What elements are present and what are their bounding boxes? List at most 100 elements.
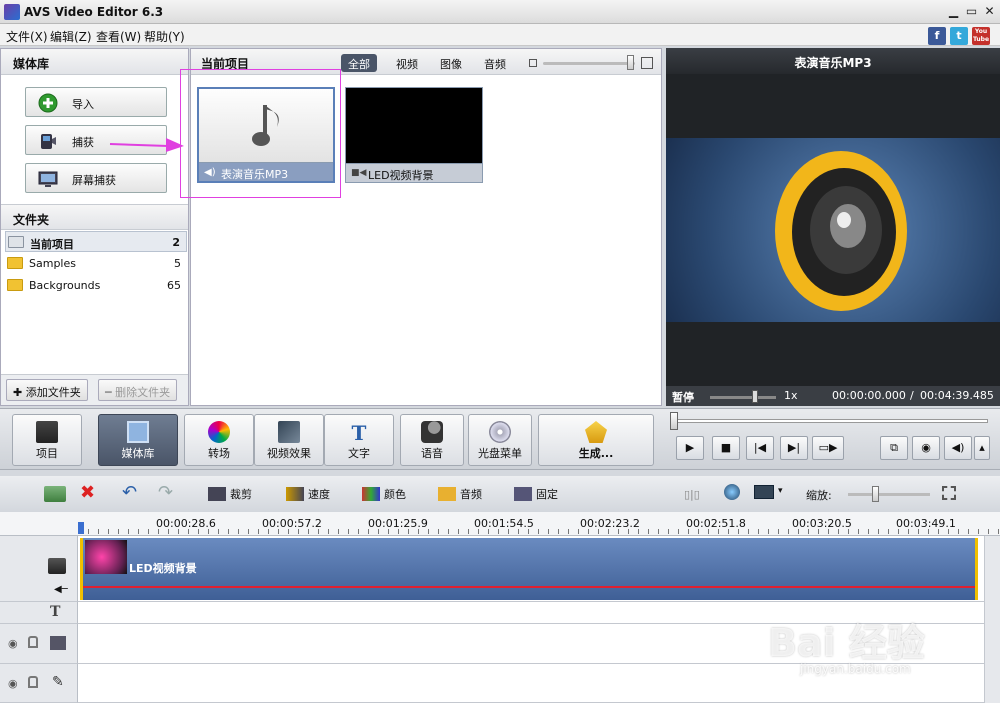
mute-icon[interactable]: ◀─ [54,584,68,595]
fit-zoom-icon[interactable] [942,486,956,500]
lock-icon[interactable] [28,636,38,648]
menu-help[interactable]: 帮助(Y) [144,28,185,45]
monitor-dropdown-icon[interactable]: ▾ [778,486,783,496]
preview-video[interactable] [666,138,1000,322]
filter-audio[interactable]: 音频 [477,54,513,72]
snapshot-icon[interactable]: ◉ [912,436,940,460]
media-item-audio[interactable]: 表演音乐MP3 ◀) [197,87,335,183]
twitter-icon[interactable]: t [950,27,968,45]
previous-frame-button[interactable]: |◀ [746,436,774,460]
filter-all[interactable]: 全部 [341,54,377,72]
speed-button[interactable]: 速度 [286,486,330,502]
detach-preview-button[interactable]: ⧉ [880,436,908,460]
video-effects-label: 视频效果 [267,447,311,460]
minimize-button[interactable]: ▁ [946,4,961,19]
audio-button[interactable]: 音频 [438,486,482,502]
next-frame-button[interactable]: ▶| [780,436,808,460]
transition-icon [208,421,230,443]
video-effects-button[interactable]: 视频效果 [254,414,324,466]
seek-handle[interactable] [670,412,678,430]
close-button[interactable]: ✕ [982,4,997,19]
import-icon [38,93,58,113]
filter-video[interactable]: 视频 [389,54,425,72]
stabilize-button[interactable]: 固定 [514,486,558,502]
screen-capture-button[interactable]: 屏幕捕获 [25,163,167,193]
project-label: 项目 [36,447,58,460]
fullscreen-preview-button[interactable]: ▭▶ [812,436,844,460]
time-separator: / [910,389,914,402]
arrow-annotation [109,138,184,152]
undo-icon[interactable]: ↶ [122,482,137,503]
stop-button[interactable]: ■ [712,436,740,460]
zoom-label: 缩放: [806,489,832,502]
thumb-size-handle[interactable] [627,55,634,70]
menu-view[interactable]: 查看(W) [96,28,141,45]
play-button[interactable]: ▶ [676,436,704,460]
import-label: 导入 [72,98,94,111]
remove-folder-button[interactable]: ━ 删除文件夹 [98,379,178,401]
volume-icon[interactable]: ◀) [944,436,972,460]
produce-button[interactable]: 生成... [538,414,654,466]
volume-slider[interactable] [710,396,776,399]
split-icon[interactable]: ▯|▯ [684,488,700,501]
webcam-icon[interactable] [724,484,740,500]
trim-button[interactable]: 裁剪 [208,486,252,502]
color-button[interactable]: 颜色 [362,486,406,502]
youtube-icon[interactable]: You Tube [972,27,990,45]
voice-button[interactable]: 语音 [400,414,464,466]
media-item-video[interactable]: LED视频背景 ■◀ [345,87,483,183]
zoom-handle[interactable] [872,486,879,502]
media-library-button[interactable]: 媒体库 [98,414,178,466]
folders-header: 文件夹 [1,204,188,230]
playhead-marker[interactable] [78,522,84,534]
timeline-ruler[interactable]: 00:00:28.6 00:00:57.2 00:01:25.9 00:01:5… [0,512,1000,536]
small-thumb-icon[interactable] [529,59,537,67]
color-label: 颜色 [384,488,406,501]
video-camera-icon: ■◀ [351,168,367,178]
add-folder-button[interactable]: ✚ 添加文件夹 [6,379,88,401]
folder-current-project[interactable]: 当前项目 2 [5,231,187,252]
visibility-icon[interactable]: ◉ [8,677,18,690]
volume-handle[interactable] [752,390,758,403]
effects-icon [278,421,300,443]
text-track-icon: T [50,604,61,620]
disc-menu-button[interactable]: 光盘菜单 [468,414,532,466]
zoom-slider[interactable] [848,493,930,496]
folder-samples[interactable]: Samples 5 [5,253,187,274]
monitor-icon[interactable] [754,485,774,499]
transitions-label: 转场 [208,447,230,460]
screen-capture-icon [38,171,58,187]
maximize-button[interactable]: ▭ [964,4,979,19]
ruler-label: 00:02:23.2 [580,517,640,530]
facebook-icon[interactable]: f [928,27,946,45]
text-button[interactable]: T 文字 [324,414,394,466]
filter-image[interactable]: 图像 [433,54,469,72]
audio-icon [438,487,456,501]
seek-bar[interactable] [670,419,988,423]
add-to-timeline-icon[interactable] [44,486,66,502]
volume-dropdown-icon[interactable]: ▴ [974,436,990,460]
video-track[interactable]: LED视频背景 [78,536,1000,602]
thumb-size-slider[interactable] [543,62,635,65]
visibility-icon[interactable]: ◉ [8,637,18,650]
folder-backgrounds[interactable]: Backgrounds 65 [5,275,187,296]
delete-icon[interactable]: ✖ [80,482,95,503]
project-button[interactable]: 项目 [12,414,82,466]
lock-icon[interactable] [28,676,38,688]
timeline-scrollbar[interactable] [984,536,1000,703]
plus-icon: ✚ [13,386,26,399]
large-thumb-icon[interactable] [641,57,653,69]
scissors-icon [208,487,226,501]
menu-file[interactable]: 文件(X) [6,28,48,45]
redo-icon[interactable]: ↷ [158,482,173,503]
stabilize-icon [514,487,532,501]
folder-name: 当前项目 [30,238,74,251]
timeline-clip[interactable]: LED视频背景 [80,538,978,600]
playback-state: 暂停 [672,391,694,404]
import-button[interactable]: 导入 [25,87,167,117]
menu-edit[interactable]: 编辑(Z) [50,28,92,45]
folder-count: 5 [174,257,181,270]
screen-capture-label: 屏幕捕获 [72,174,116,187]
transitions-button[interactable]: 转场 [184,414,254,466]
microphone-icon [421,421,443,443]
